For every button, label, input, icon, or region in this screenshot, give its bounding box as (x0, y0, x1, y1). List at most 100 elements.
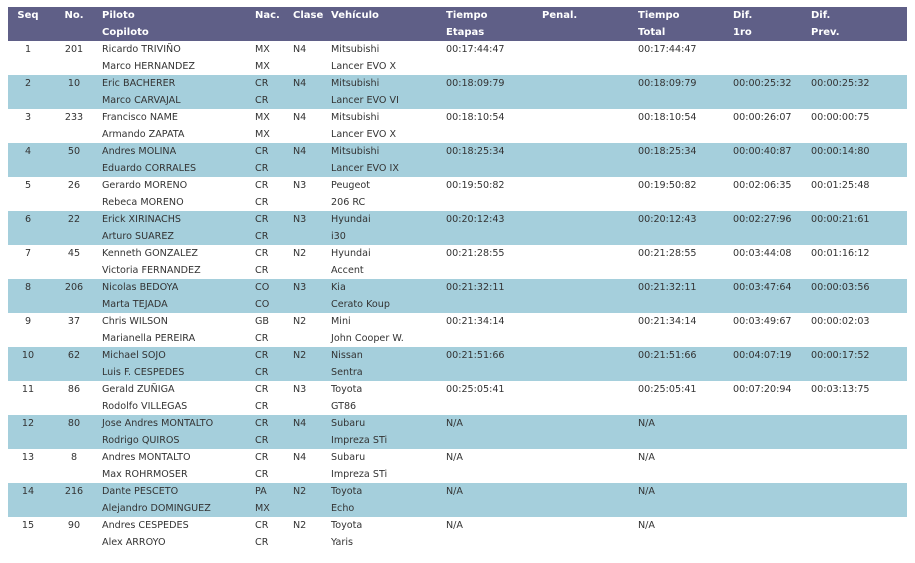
table-row: 7 45 Kenneth GONZALEZ CR N2 Hyundai 00:21:28:5… (8, 245, 907, 262)
cell-tiempo-etapas: 00:21:32:11 (444, 279, 540, 296)
cell-empty (731, 398, 809, 415)
cell-seq: 13 (8, 449, 48, 466)
header-etapas[interactable]: Etapas (444, 24, 540, 41)
cell-dif-prev: 00:00:03:56 (809, 279, 907, 296)
cell-empty (444, 330, 540, 347)
cell-tiempo-etapas: N/A (444, 449, 540, 466)
cell-no: 86 (48, 381, 100, 398)
cell-copiloto: Marco CARVAJAL (100, 92, 253, 109)
cell-empty (48, 398, 100, 415)
cell-empty (540, 296, 636, 313)
cell-nac: CR (253, 381, 291, 398)
table-row-secondary: Alejandro DOMINGUEZ MX Echo (8, 500, 907, 517)
header-dif-prev[interactable]: Dif. (809, 7, 907, 24)
cell-nac: PA (253, 483, 291, 500)
cell-dif-prev: 00:00:14:80 (809, 143, 907, 160)
cell-empty (48, 466, 100, 483)
cell-dif-1ro: 00:02:27:96 (731, 211, 809, 228)
cell-empty (444, 466, 540, 483)
cell-empty (731, 262, 809, 279)
cell-tiempo-etapas: N/A (444, 517, 540, 534)
header-seq[interactable]: Seq (8, 7, 48, 24)
cell-empty (291, 92, 329, 109)
cell-dif-1ro: 00:02:06:35 (731, 177, 809, 194)
cell-dif-1ro (731, 517, 809, 534)
cell-no: 22 (48, 211, 100, 228)
cell-empty (444, 398, 540, 415)
cell-copiloto: Marco HERNANDEZ (100, 58, 253, 75)
cell-empty (444, 432, 540, 449)
cell-empty (636, 194, 731, 211)
cell-no: 80 (48, 415, 100, 432)
cell-empty (291, 500, 329, 517)
cell-empty (48, 194, 100, 211)
header-blank (8, 24, 48, 41)
cell-tiempo-etapas: N/A (444, 483, 540, 500)
table-row-secondary: Marta TEJADA CO Cerato Koup (8, 296, 907, 313)
cell-empty (8, 194, 48, 211)
cell-vehiculo-model: Sentra (329, 364, 444, 381)
cell-clase: N4 (291, 143, 329, 160)
cell-vehiculo-make: Mini (329, 313, 444, 330)
cell-empty (809, 534, 907, 551)
header-piloto[interactable]: Piloto (100, 7, 253, 24)
header-tiempo-etapas[interactable]: Tiempo (444, 7, 540, 24)
cell-dif-prev (809, 517, 907, 534)
cell-vehiculo-make: Kia (329, 279, 444, 296)
cell-empty (540, 262, 636, 279)
header-prev[interactable]: Prev. (809, 24, 907, 41)
cell-nac: CR (253, 398, 291, 415)
table-row: 1 201 Ricardo TRIVIÑO MX N4 Mitsubishi 00:17:4… (8, 41, 907, 58)
cell-tiempo-etapas: 00:18:09:79 (444, 75, 540, 92)
cell-tiempo-total: N/A (636, 517, 731, 534)
cell-nac: CR (253, 534, 291, 551)
cell-dif-prev: 00:01:16:12 (809, 245, 907, 262)
header-penal[interactable]: Penal. (540, 7, 636, 24)
cell-tiempo-total: 00:25:05:41 (636, 381, 731, 398)
cell-no: 45 (48, 245, 100, 262)
cell-copiloto: Eduardo CORRALES (100, 160, 253, 177)
cell-copiloto: Victoria FERNANDEZ (100, 262, 253, 279)
cell-dif-1ro: 00:00:25:32 (731, 75, 809, 92)
header-no[interactable]: No. (48, 7, 100, 24)
cell-empty (291, 160, 329, 177)
header-clase[interactable]: Clase (291, 7, 329, 24)
header-blank (291, 24, 329, 41)
cell-tiempo-etapas: 00:21:28:55 (444, 245, 540, 262)
cell-empty (540, 432, 636, 449)
header-dif-1ro[interactable]: Dif. (731, 7, 809, 24)
header-nac[interactable]: Nac. (253, 7, 291, 24)
header-row-2: Copiloto Etapas Total 1ro Prev. (8, 24, 907, 41)
cell-copiloto: Rodolfo VILLEGAS (100, 398, 253, 415)
cell-empty (731, 228, 809, 245)
cell-dif-1ro: 00:00:26:07 (731, 109, 809, 126)
cell-empty (8, 228, 48, 245)
cell-clase: N2 (291, 313, 329, 330)
cell-tiempo-etapas: 00:19:50:82 (444, 177, 540, 194)
cell-tiempo-total: 00:21:34:14 (636, 313, 731, 330)
table-body: 1 201 Ricardo TRIVIÑO MX N4 Mitsubishi 00:17:4… (8, 41, 907, 551)
header-total[interactable]: Total (636, 24, 731, 41)
header-tiempo-total[interactable]: Tiempo (636, 7, 731, 24)
cell-empty (444, 500, 540, 517)
cell-empty (540, 92, 636, 109)
cell-dif-1ro: 00:03:49:67 (731, 313, 809, 330)
cell-empty (444, 228, 540, 245)
header-vehiculo[interactable]: Vehículo (329, 7, 444, 24)
cell-nac: CR (253, 228, 291, 245)
cell-piloto: Kenneth GONZALEZ (100, 245, 253, 262)
cell-empty (291, 534, 329, 551)
header-1ro[interactable]: 1ro (731, 24, 809, 41)
header-copiloto[interactable]: Copiloto (100, 24, 253, 41)
cell-nac: CR (253, 92, 291, 109)
cell-vehiculo-model: Impreza STi (329, 432, 444, 449)
cell-seq: 14 (8, 483, 48, 500)
cell-vehiculo-make: Subaru (329, 449, 444, 466)
cell-copiloto: Max ROHRMOSER (100, 466, 253, 483)
cell-piloto: Chris WILSON (100, 313, 253, 330)
cell-empty (291, 466, 329, 483)
cell-vehiculo-make: Toyota (329, 483, 444, 500)
cell-tiempo-total: 00:21:51:66 (636, 347, 731, 364)
table-header: Seq No. Piloto Nac. Clase Vehículo Tiemp… (8, 7, 907, 41)
cell-vehiculo-make: Hyundai (329, 211, 444, 228)
